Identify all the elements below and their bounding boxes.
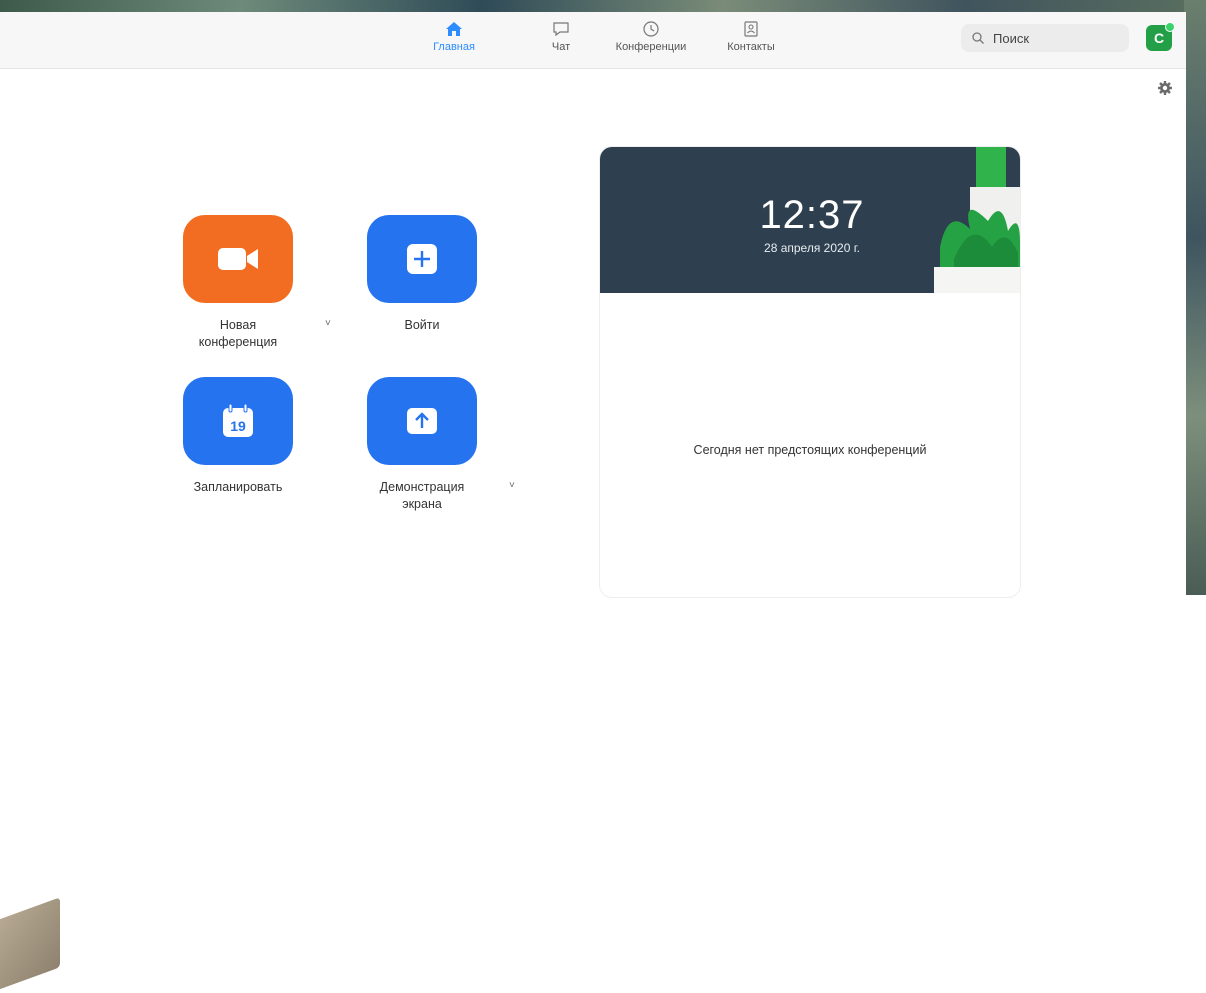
plant-illustration [934,147,1020,293]
zoom-main-window: Главная Чат Конференции Контакты Поиск С… [0,12,1186,597]
join-action[interactable]: Войти [367,215,477,334]
search-box[interactable] [961,24,1129,52]
search-input[interactable] [991,29,1115,47]
join-button[interactable] [367,215,477,303]
online-status-dot [1165,22,1175,32]
clock-time: 12:37 [759,193,865,237]
tab-chat[interactable]: Чат [536,20,586,53]
plus-icon [407,244,437,274]
clock-icon [643,21,659,37]
video-camera-icon [218,248,258,270]
new-meeting-button[interactable] [183,215,293,303]
tab-home[interactable]: Главная [425,20,483,53]
new-meeting-action[interactable]: Новая конференция [183,215,293,351]
upcoming-meetings-card: 12:37 28 апреля 2020 г. Сегодня нет пред… [600,147,1020,597]
avatar-initial: С [1153,30,1165,46]
tab-contacts-label: Контакты [727,41,775,53]
tab-contacts[interactable]: Контакты [716,20,786,53]
tab-meetings-label: Конференции [615,41,687,53]
desktop-background-top [0,0,1206,12]
calendar-icon: 19 [223,403,253,437]
search-icon [972,32,984,44]
avatar[interactable]: С [1146,22,1175,51]
join-label: Войти [404,318,440,332]
contacts-icon [744,21,758,37]
share-screen-button[interactable] [367,377,477,465]
top-navigation-bar: Главная Чат Конференции Контакты Поиск С [0,12,1186,69]
tab-meetings[interactable]: Конференции [604,20,698,53]
new-meeting-dropdown-chevron-icon[interactable]: ˅ [325,318,331,329]
share-screen-action[interactable]: Демонстрация экрана [367,377,477,513]
share-screen-dropdown-chevron-icon[interactable]: ˅ [509,480,515,491]
schedule-label: Запланировать [193,480,283,494]
share-screen-label: Демонстрация экрана [379,480,465,511]
share-up-arrow-icon [407,408,437,434]
schedule-action[interactable]: 19 Запланировать [183,377,293,496]
desktop-background-right [1184,0,1206,595]
schedule-button[interactable]: 19 [183,377,293,465]
calendar-day-number: 19 [230,418,246,434]
home-icon [446,22,462,36]
clock-hero: 12:37 28 апреля 2020 г. [600,147,1020,293]
no-upcoming-meetings-text: Сегодня нет предстоящих конференций [693,443,927,457]
tab-chat-label: Чат [551,41,571,53]
gear-icon[interactable] [1157,80,1173,96]
chat-icon [553,22,569,37]
new-meeting-label: Новая конференция [198,318,278,349]
tab-home-label: Главная [433,41,475,53]
clock-date: 28 апреля 2020 г. [764,241,860,255]
desktop-laptop-image [0,897,60,993]
